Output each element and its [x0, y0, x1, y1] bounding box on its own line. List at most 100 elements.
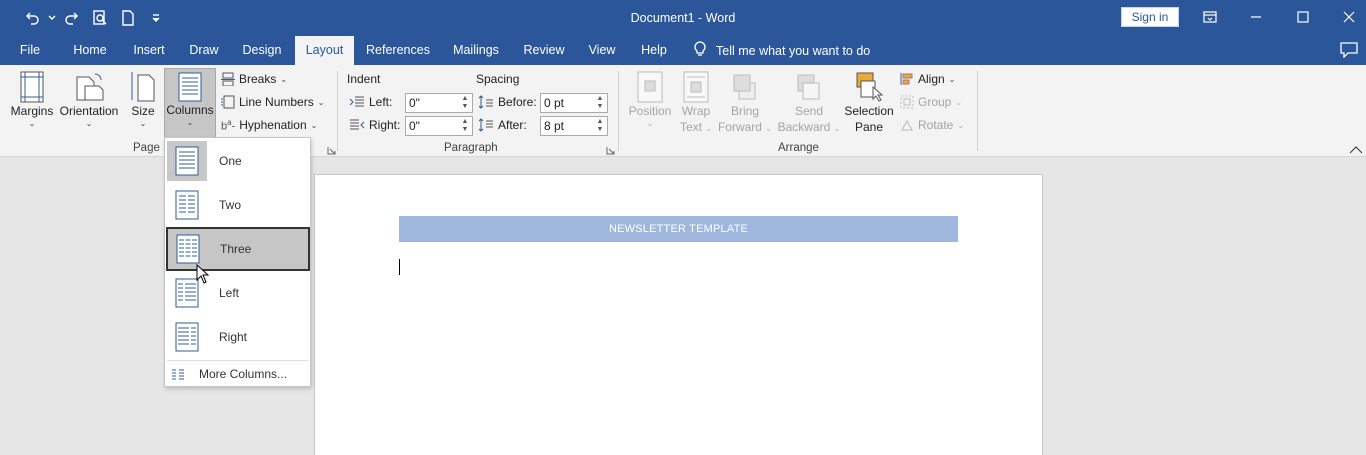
chevron-down-icon: ⌄ — [139, 119, 147, 128]
one-column-icon — [167, 141, 207, 181]
ribbon-display-options-icon[interactable] — [1187, 0, 1233, 34]
tab-references[interactable]: References — [362, 36, 434, 65]
columns-option-right[interactable]: Right — [167, 317, 308, 357]
indent-left-icon — [349, 96, 364, 107]
rotate-icon — [901, 119, 913, 131]
tab-view[interactable]: View — [583, 36, 621, 65]
chevron-down-icon: ⌄ — [28, 119, 36, 128]
ribbon-tabs: File Home Insert Draw Design Layout Refe… — [0, 36, 1366, 65]
size-icon — [126, 71, 160, 103]
position-button[interactable]: Position ⌄ — [624, 71, 676, 128]
columns-option-two[interactable]: Two — [167, 185, 308, 225]
comments-icon[interactable] — [1340, 42, 1358, 61]
margins-icon — [8, 71, 56, 103]
align-button[interactable]: Align ⌄ — [900, 69, 955, 89]
group-button[interactable]: Group ⌄ — [900, 92, 962, 112]
spinner-arrows-icon[interactable]: ▲ ▼ — [460, 95, 470, 111]
maximize-icon[interactable] — [1280, 0, 1326, 34]
chevron-down-icon: ⌄ — [317, 97, 325, 107]
spinner-arrows-icon[interactable]: ▲ ▼ — [460, 118, 470, 134]
spinner-arrows-icon[interactable]: ▲ ▼ — [595, 95, 605, 111]
spacing-after-label: After: — [478, 115, 527, 135]
chevron-down-icon: ⌄ — [85, 119, 93, 128]
newsletter-banner: NEWSLETTER TEMPLATE — [399, 216, 958, 242]
tab-help[interactable]: Help — [634, 36, 674, 65]
tab-review[interactable]: Review — [518, 36, 570, 65]
group-icon — [900, 95, 914, 109]
bring-forward-button[interactable]: Bring Forward ⌄ — [716, 71, 774, 137]
spacing-after-icon — [478, 118, 493, 132]
margins-button[interactable]: Margins ⌄ — [8, 71, 56, 128]
bring-forward-icon — [716, 71, 774, 103]
columns-icon — [165, 72, 215, 102]
chevron-down-icon: ⌄ — [646, 119, 654, 128]
indent-left-input[interactable]: 0" ▲ ▼ — [405, 93, 473, 113]
columns-option-three[interactable]: Three — [166, 227, 310, 271]
group-separator — [618, 71, 619, 151]
spacing-before-label: Before: — [478, 92, 537, 112]
tab-draw[interactable]: Draw — [184, 36, 224, 65]
chevron-down-icon: ⌄ — [280, 74, 288, 84]
wrap-text-icon — [676, 71, 716, 103]
breaks-button[interactable]: Breaks ⌄ — [221, 69, 287, 89]
indent-heading: Indent — [347, 72, 381, 86]
rotate-button[interactable]: Rotate ⌄ — [900, 115, 964, 135]
paragraph-launcher-icon[interactable] — [606, 144, 615, 155]
chevron-down-icon: ⌄ — [186, 118, 194, 127]
minimize-icon[interactable] — [1233, 0, 1279, 34]
mouse-pointer-icon — [196, 263, 210, 287]
tab-layout[interactable]: Layout — [295, 36, 354, 65]
align-icon — [900, 73, 913, 85]
tab-mailings[interactable]: Mailings — [446, 36, 506, 65]
orientation-button[interactable]: Orientation ⌄ — [58, 71, 120, 128]
group-separator — [977, 71, 978, 151]
spacing-before-input[interactable]: 0 pt ▲ ▼ — [540, 93, 608, 113]
tell-me-search[interactable]: Tell me what you want to do — [694, 36, 870, 65]
size-button[interactable]: Size ⌄ — [126, 71, 160, 128]
tell-me-label: Tell me what you want to do — [716, 43, 871, 58]
position-icon — [624, 71, 676, 103]
collapse-ribbon-icon[interactable] — [1349, 143, 1363, 157]
two-columns-icon — [167, 185, 207, 225]
more-columns-icon — [172, 369, 184, 380]
close-icon[interactable] — [1326, 0, 1366, 34]
columns-dropdown-menu: One Two Three Left Right More Columns... — [164, 137, 311, 387]
indent-right-icon — [350, 119, 365, 130]
indent-right-input[interactable]: 0" ▲ ▼ — [405, 116, 473, 136]
columns-option-left[interactable]: Left — [167, 273, 308, 313]
chevron-down-icon: ⌄ — [955, 97, 963, 107]
columns-option-one[interactable]: One — [167, 141, 308, 181]
paragraph-group-label: Paragraph — [444, 142, 498, 154]
wrap-text-button[interactable]: Wrap Text ⌄ — [676, 71, 716, 137]
spinner-arrows-icon[interactable]: ▲ ▼ — [595, 118, 605, 134]
indent-left-label: Left: — [349, 92, 392, 112]
line-numbers-icon — [221, 95, 235, 109]
more-columns-item[interactable]: More Columns... — [171, 365, 287, 383]
text-cursor — [399, 259, 400, 275]
spacing-before-icon — [478, 95, 493, 109]
sign-in-button[interactable]: Sign in — [1121, 7, 1179, 27]
tab-design[interactable]: Design — [236, 36, 288, 65]
hyphenation-icon: ba- — [221, 117, 236, 133]
selection-pane-icon — [842, 71, 896, 103]
chevron-down-icon: ⌄ — [705, 124, 713, 133]
indent-right-label: Right: — [349, 115, 400, 135]
send-backward-icon — [776, 71, 842, 103]
tab-insert[interactable]: Insert — [126, 36, 172, 65]
send-backward-button[interactable]: Send Backward ⌄ — [776, 71, 842, 137]
orientation-icon — [58, 71, 120, 103]
hyphenation-button[interactable]: ba- Hyphenation ⌄ — [221, 115, 317, 135]
page-setup-launcher-icon[interactable] — [327, 144, 336, 155]
tab-file[interactable]: File — [12, 36, 48, 65]
spacing-after-input[interactable]: 8 pt ▲ ▼ — [540, 116, 608, 136]
spacing-heading: Spacing — [476, 72, 520, 86]
arrange-group-label: Arrange — [778, 142, 819, 154]
line-numbers-button[interactable]: Line Numbers ⌄ — [221, 92, 324, 112]
menu-divider — [167, 360, 308, 361]
group-separator — [337, 71, 338, 151]
tab-home[interactable]: Home — [66, 36, 114, 65]
selection-pane-button[interactable]: Selection Pane — [842, 71, 896, 135]
chevron-down-icon: ⌄ — [957, 120, 965, 130]
columns-button[interactable]: Columns ⌄ — [164, 68, 216, 138]
right-column-icon — [167, 317, 207, 357]
